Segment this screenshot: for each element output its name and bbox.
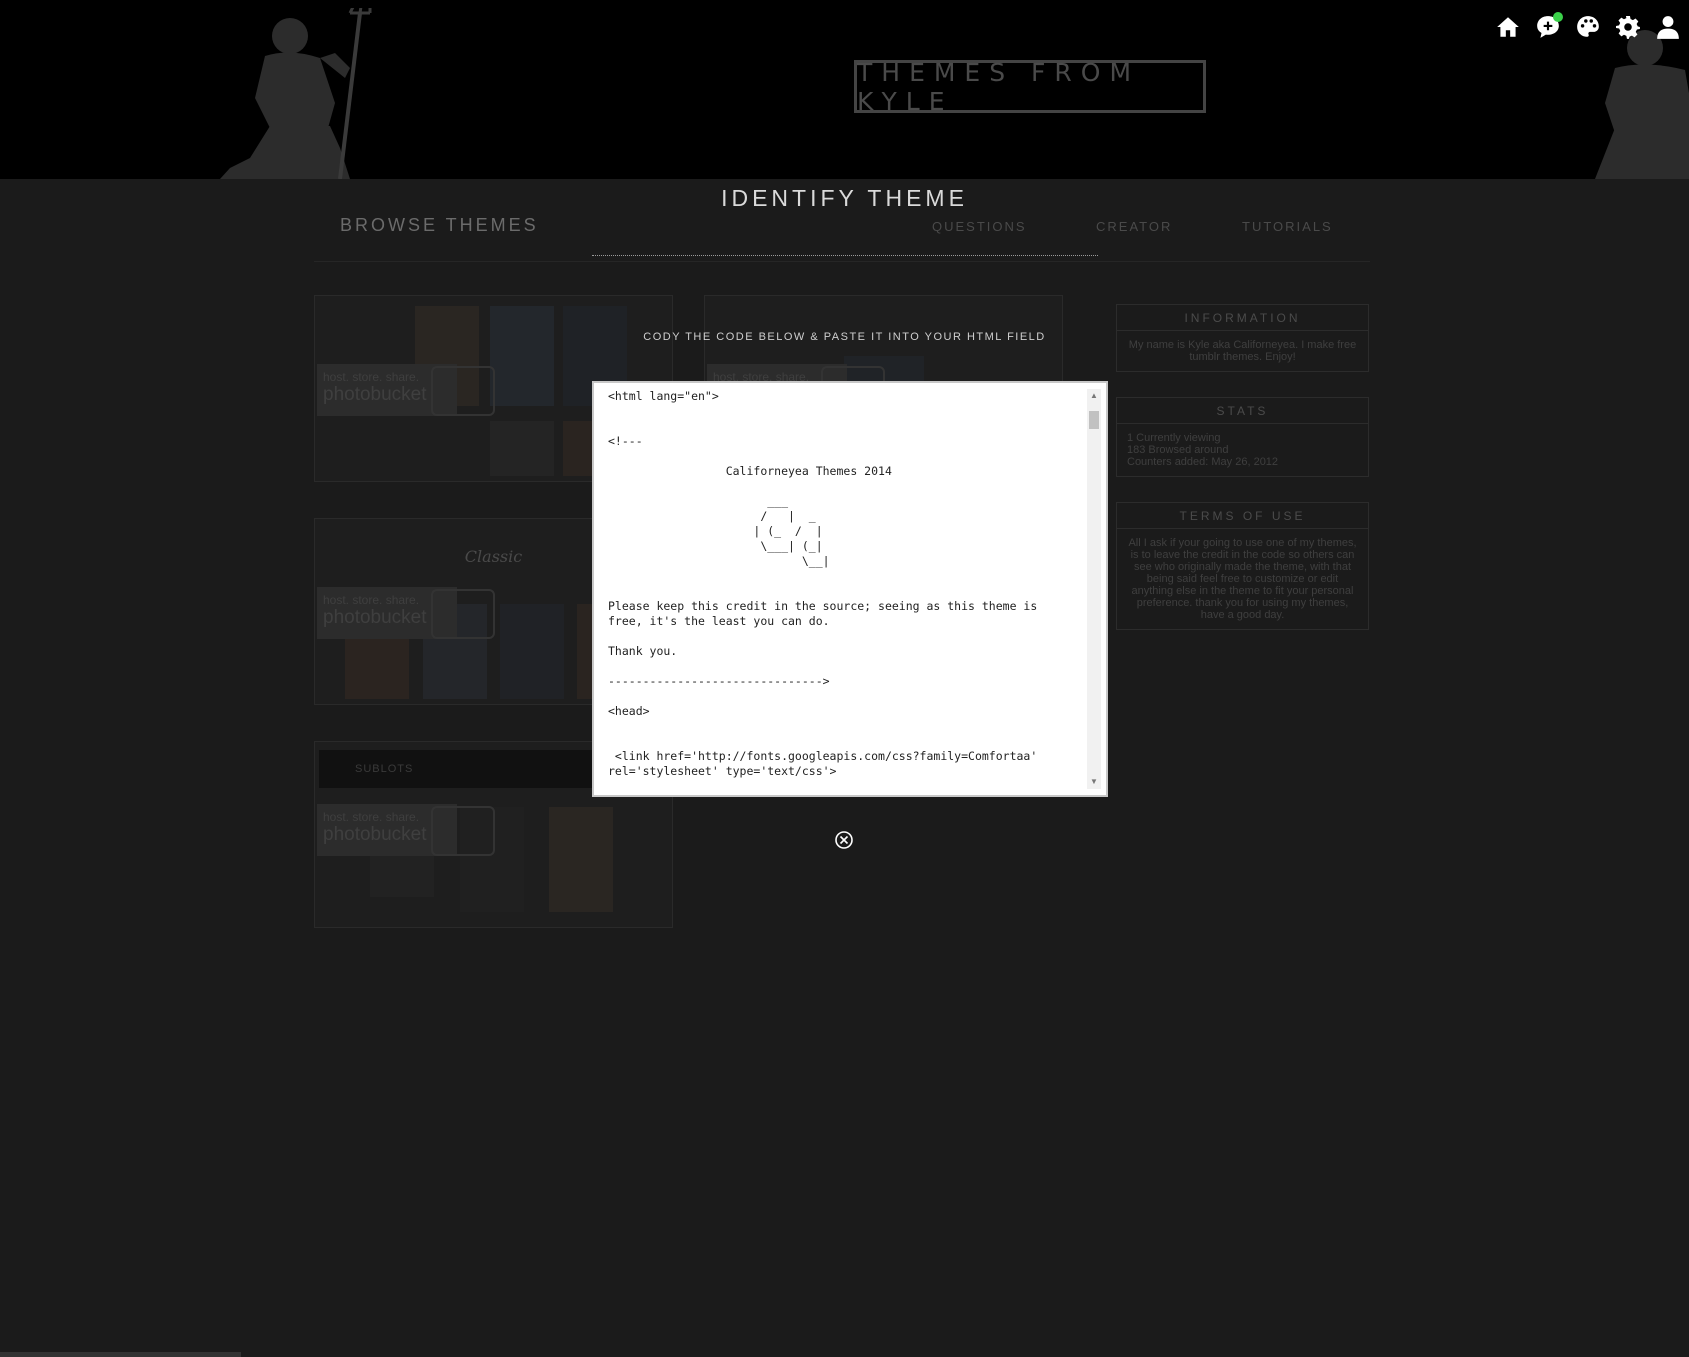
close-icon[interactable] — [834, 830, 854, 850]
code-scrollbar[interactable]: ▲ ▼ — [1087, 389, 1101, 789]
sidebar-heading: TERMS OF USE — [1117, 503, 1368, 529]
nav-creator[interactable]: CREATOR — [1096, 219, 1172, 234]
toolbar-icons — [1495, 12, 1681, 40]
palette-icon[interactable] — [1575, 14, 1601, 40]
nav-tutorials[interactable]: TUTORIALS — [1242, 219, 1333, 234]
nav-divider — [314, 261, 1370, 262]
sidebar-heading: STATS — [1117, 398, 1368, 424]
modal-divider — [592, 255, 1098, 256]
camera-icon — [431, 589, 495, 639]
sidebar-heading: INFORMATION — [1117, 305, 1368, 331]
stats-line: Counters added: May 26, 2012 — [1127, 456, 1279, 468]
gear-icon[interactable] — [1615, 14, 1641, 40]
sidebar-text: All I ask if your going to use one of my… — [1128, 537, 1357, 621]
camera-icon — [431, 806, 495, 856]
nav-browse-themes[interactable]: BROWSE THEMES — [340, 215, 539, 236]
scroll-up-icon[interactable]: ▲ — [1087, 389, 1101, 403]
modal-title: IDENTIFY THEME — [721, 185, 968, 211]
sidebar-terms: TERMS OF USE All I ask if your going to … — [1116, 502, 1369, 630]
code-textarea[interactable]: <html lang="en"> <!--- Californeyea Them… — [592, 381, 1108, 797]
theme-code[interactable]: <html lang="en"> <!--- Californeyea Them… — [608, 389, 1080, 789]
notification-dot — [1553, 12, 1563, 22]
site-header: THEMES FROM KYLE — [0, 0, 1689, 179]
camera-icon — [431, 366, 495, 416]
sidebar-stats: STATS 1 Currently viewing 183 Browsed ar… — [1116, 397, 1369, 477]
stats-line: 183 Browsed around — [1127, 444, 1229, 456]
stats-list: 1 Currently viewing 183 Browsed around C… — [1117, 424, 1368, 476]
taskbar-fragment — [0, 1352, 241, 1357]
home-icon[interactable] — [1495, 14, 1521, 40]
stats-line: 1 Currently viewing — [1127, 432, 1221, 444]
scroll-down-icon[interactable]: ▼ — [1087, 775, 1101, 789]
site-title[interactable]: THEMES FROM KYLE — [854, 58, 1206, 116]
user-icon[interactable] — [1655, 14, 1681, 40]
nav-questions[interactable]: QUESTIONS — [932, 219, 1027, 234]
chat-plus-icon[interactable] — [1535, 12, 1563, 40]
modal-instruction: CODY THE CODE BELOW & PASTE IT INTO YOUR… — [643, 331, 1046, 343]
scroll-thumb[interactable] — [1089, 411, 1099, 429]
statue-image — [220, 8, 372, 179]
